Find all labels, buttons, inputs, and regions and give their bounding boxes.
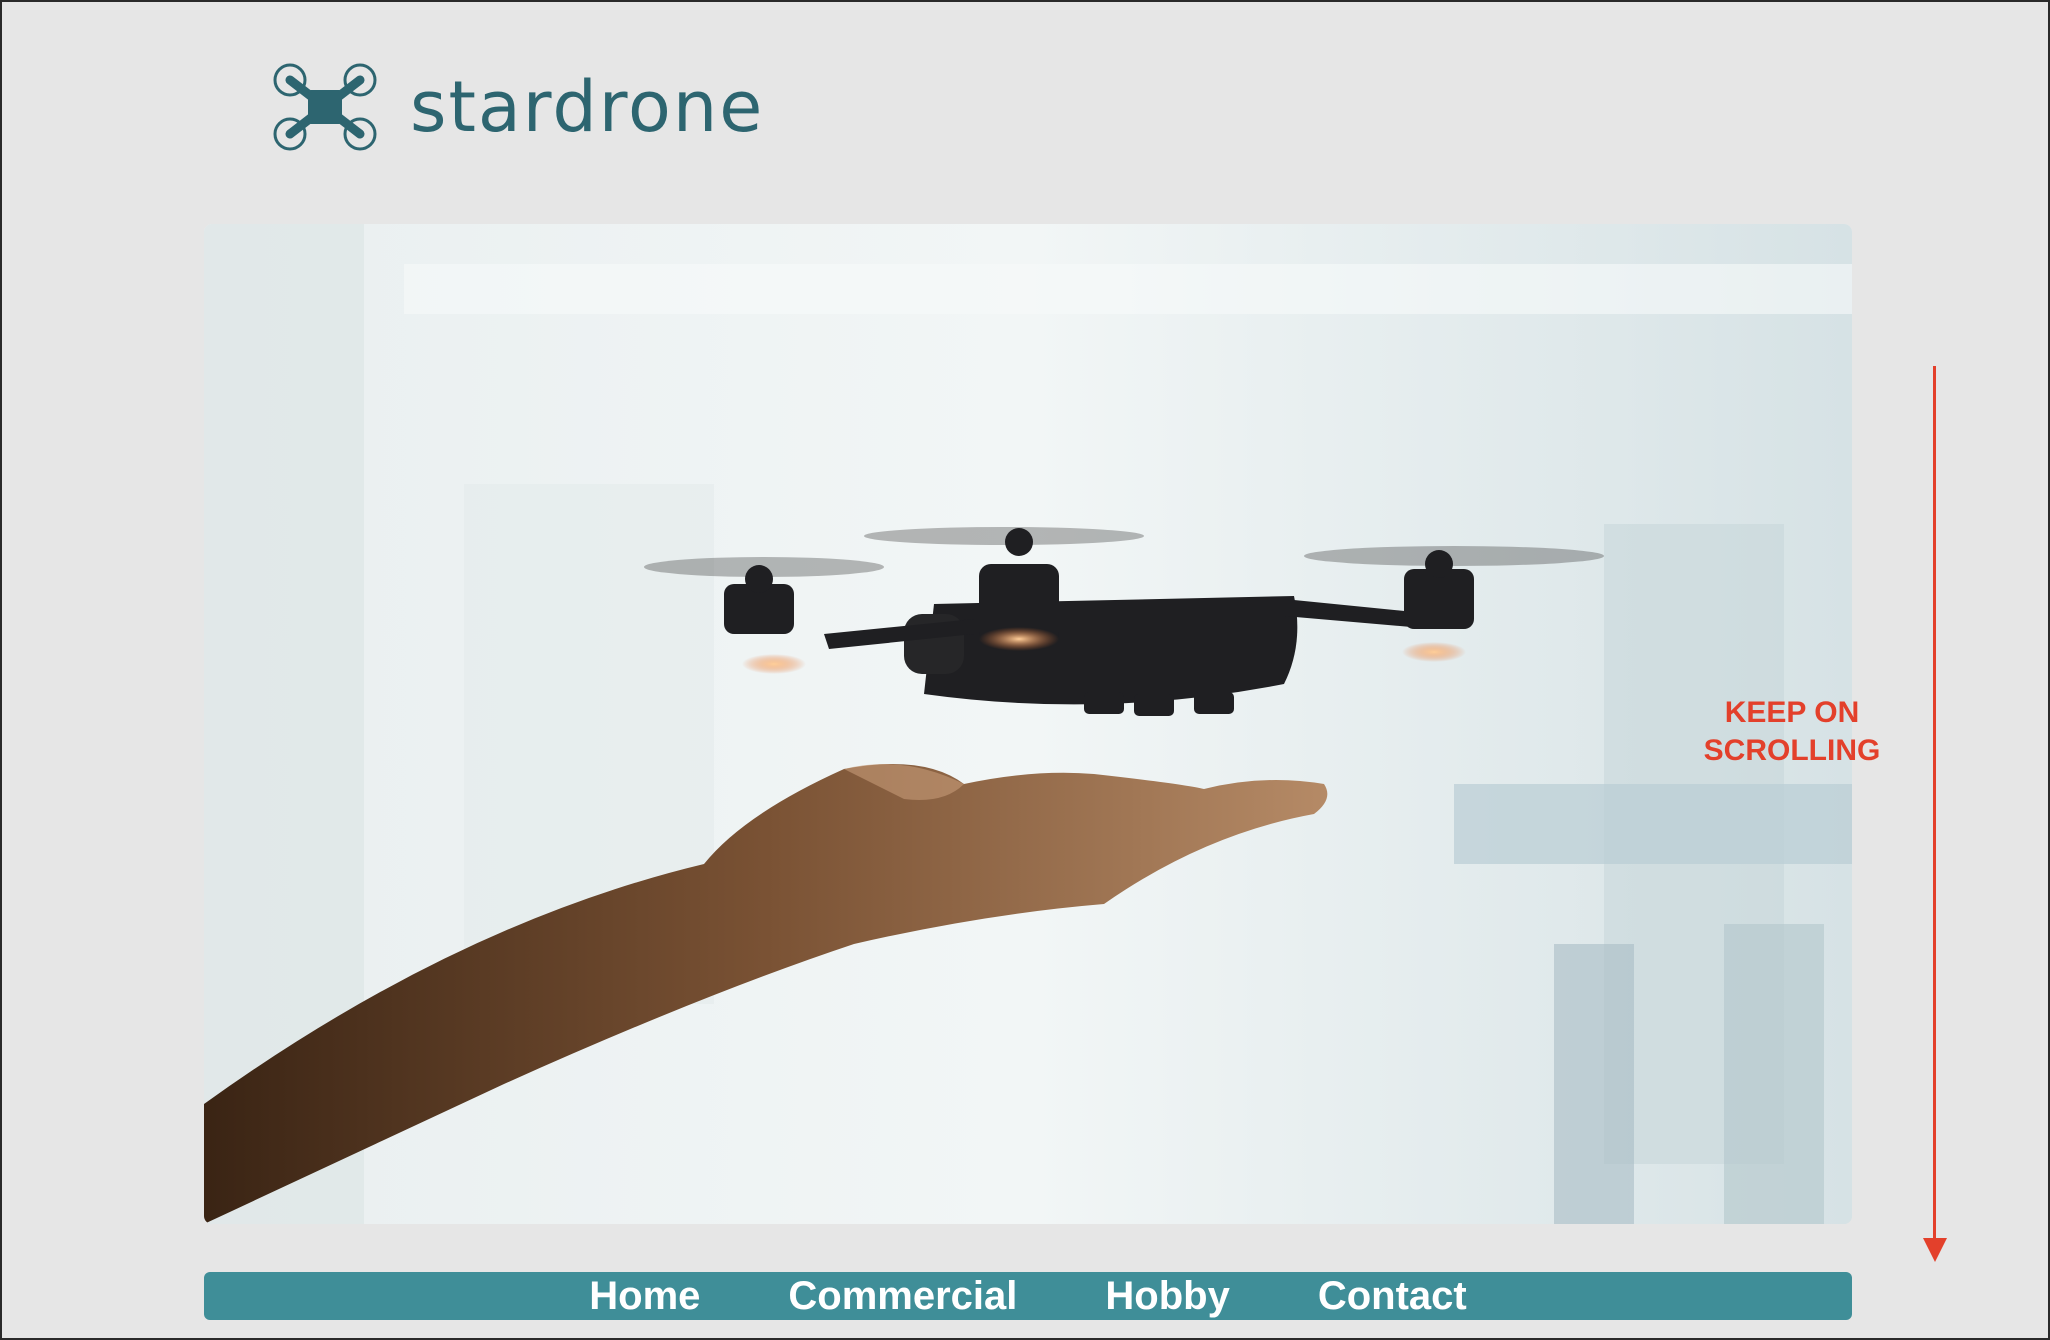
- quadcopter-drone-icon: [273, 63, 377, 151]
- drone-hovering-over-hand-photo: [204, 224, 1852, 1224]
- nav-commercial[interactable]: Commercial: [744, 1272, 1061, 1320]
- main-navigation: Home Commercial Hobby Contact: [204, 1272, 1852, 1320]
- nav-home[interactable]: Home: [545, 1272, 744, 1320]
- site-logo[interactable]: stardrone: [268, 62, 764, 152]
- arrow-down-icon: [1933, 366, 1936, 1246]
- nav-hobby[interactable]: Hobby: [1061, 1272, 1273, 1320]
- scroll-hint: KEEP ON SCROLLING: [1703, 696, 1881, 767]
- nav-contact[interactable]: Contact: [1274, 1272, 1511, 1320]
- arrow-head: [1923, 1238, 1947, 1262]
- hero-image: [204, 224, 1852, 1224]
- brand-name: stardrone: [410, 66, 765, 148]
